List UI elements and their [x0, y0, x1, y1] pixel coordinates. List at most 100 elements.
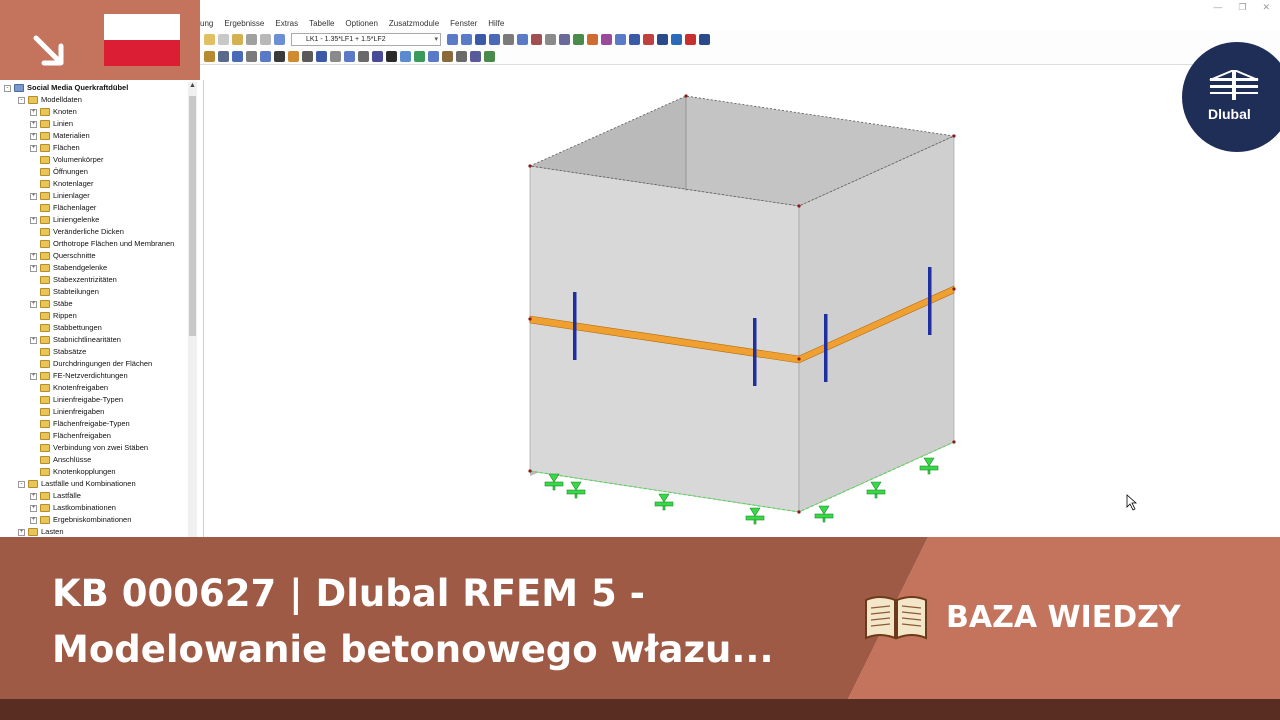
- expand-icon[interactable]: +: [30, 192, 37, 200]
- navigator-item[interactable]: Volumenkörper: [30, 154, 103, 166]
- model-viewport[interactable]: [204, 66, 1280, 540]
- collapse-icon[interactable]: -: [18, 96, 25, 104]
- menu-item-hilfe[interactable]: Hilfe: [488, 19, 504, 28]
- render-icon[interactable]: [489, 34, 500, 45]
- snap-icon[interactable]: [400, 50, 411, 62]
- navigator-item[interactable]: Stabsätze: [30, 346, 86, 358]
- menu-item-tabelle[interactable]: Tabelle: [309, 19, 334, 28]
- navigator-item[interactable]: Stabteilungen: [30, 286, 99, 298]
- expand-icon[interactable]: +: [30, 492, 37, 500]
- navigator-item[interactable]: + Lastfälle: [30, 490, 81, 502]
- navigator-scrollbar[interactable]: ▲: [188, 82, 197, 537]
- navigator-item[interactable]: + Querschnitte: [30, 250, 96, 262]
- collapse-icon[interactable]: -: [4, 84, 11, 92]
- navigator-item[interactable]: - Lastfälle und Kombinationen: [18, 478, 136, 490]
- layer-icon[interactable]: [428, 50, 439, 62]
- measure-icon[interactable]: [288, 50, 299, 62]
- close-icon[interactable]: ✕: [1262, 2, 1270, 13]
- minimize-icon[interactable]: —: [1213, 2, 1222, 13]
- expand-icon[interactable]: +: [30, 216, 37, 224]
- solid-icon[interactable]: [699, 34, 710, 45]
- expand-icon[interactable]: +: [30, 144, 37, 152]
- check-icon[interactable]: [484, 50, 495, 62]
- navigator-item[interactable]: Linienfreigaben: [30, 406, 104, 418]
- load-icon[interactable]: [587, 34, 598, 45]
- expand-icon[interactable]: +: [18, 528, 25, 536]
- filter-icon[interactable]: [414, 50, 425, 62]
- expand-icon[interactable]: +: [30, 372, 37, 380]
- menu-item-fenster[interactable]: Fenster: [450, 19, 477, 28]
- copy-icon[interactable]: [246, 50, 257, 62]
- menu-item[interactable]: ung: [200, 19, 213, 28]
- open-icon[interactable]: [204, 34, 215, 45]
- table-view-icon[interactable]: [470, 50, 481, 62]
- navigator-item[interactable]: Knotenlager: [30, 178, 93, 190]
- table-icon[interactable]: [246, 34, 257, 45]
- restore-icon[interactable]: ❐: [1238, 2, 1246, 13]
- display-icon[interactable]: [615, 34, 626, 45]
- connect-icon[interactable]: [316, 50, 327, 62]
- menu-item-ergebnisse[interactable]: Ergebnisse: [224, 19, 264, 28]
- navigator-item[interactable]: Stabbettungen: [30, 322, 102, 334]
- surface-icon[interactable]: [685, 34, 696, 45]
- wall-icon[interactable]: [442, 50, 453, 62]
- navigator-item[interactable]: + Ergebniskombinationen: [30, 514, 131, 526]
- navigator-item[interactable]: Stabexzentrizitäten: [30, 274, 117, 286]
- navigator-root[interactable]: - Social Media Querkraftdübel: [4, 82, 128, 94]
- clip-icon[interactable]: [456, 50, 467, 62]
- scroll-up-icon[interactable]: ▲: [188, 82, 197, 89]
- project-icon[interactable]: [358, 50, 369, 62]
- select-icon[interactable]: [218, 50, 229, 62]
- navigator-item[interactable]: Anschlüsse: [30, 454, 91, 466]
- save-icon[interactable]: [218, 34, 229, 45]
- scrollbar-thumb[interactable]: [189, 96, 196, 336]
- expand-icon[interactable]: +: [30, 120, 37, 128]
- divide-icon[interactable]: [302, 50, 313, 62]
- edit-icon[interactable]: [204, 50, 215, 62]
- menu-item-zusatzmodule[interactable]: Zusatzmodule: [389, 19, 439, 28]
- navigator-item[interactable]: Öffnungen: [30, 166, 88, 178]
- support-icon[interactable]: [573, 34, 584, 45]
- navigator-item[interactable]: + Stabendgelenke: [30, 262, 107, 274]
- load-combination-select[interactable]: LK1 - 1.35*LF1 + 1.5*LF2: [291, 33, 441, 46]
- expand-icon[interactable]: +: [30, 300, 37, 308]
- navigator-item[interactable]: Knotenfreigaben: [30, 382, 108, 394]
- navigator-item[interactable]: - Modelldaten: [18, 94, 82, 106]
- navigator-item[interactable]: Flächenfreigaben: [30, 430, 111, 442]
- menu-item-extras[interactable]: Extras: [275, 19, 298, 28]
- menu-item-optionen[interactable]: Optionen: [345, 19, 377, 28]
- expand-icon[interactable]: +: [30, 132, 37, 140]
- delete-icon[interactable]: [643, 34, 654, 45]
- next-icon[interactable]: [461, 34, 472, 45]
- navigator-item[interactable]: + Materialien: [30, 130, 90, 142]
- expand-icon[interactable]: +: [30, 336, 37, 344]
- navigator-item[interactable]: Linienfreigabe-Typen: [30, 394, 123, 406]
- navigator-item[interactable]: + Linien: [30, 118, 73, 130]
- results-icon[interactable]: [274, 34, 285, 45]
- navigator-item[interactable]: Rippen: [30, 310, 77, 322]
- navigator-item[interactable]: + Liniengelenke: [30, 214, 99, 226]
- rotate-icon[interactable]: [260, 50, 271, 62]
- section-icon[interactable]: [559, 34, 570, 45]
- expand-icon[interactable]: +: [30, 108, 37, 116]
- line-icon[interactable]: [671, 34, 682, 45]
- extrude-icon[interactable]: [344, 50, 355, 62]
- grid-toggle-icon[interactable]: [545, 34, 556, 45]
- expand-icon[interactable]: +: [30, 504, 37, 512]
- mirror-icon[interactable]: [274, 50, 285, 62]
- navigator-item[interactable]: + Stabnichtlinearitäten: [30, 334, 121, 346]
- navigator-item[interactable]: + Lastkombinationen: [30, 502, 116, 514]
- mesh-icon[interactable]: [372, 50, 383, 62]
- navigator-item[interactable]: Flächenfreigabe-Typen: [30, 418, 130, 430]
- node-icon[interactable]: [657, 34, 668, 45]
- prev-icon[interactable]: [447, 34, 458, 45]
- camera-icon[interactable]: [629, 34, 640, 45]
- navigator-item[interactable]: + Linienlager: [30, 190, 90, 202]
- align-icon[interactable]: [330, 50, 341, 62]
- navigator-item[interactable]: Knotenkopplungen: [30, 466, 116, 478]
- navigator-item[interactable]: Verbindung von zwei Stäben: [30, 442, 148, 454]
- navigator-item[interactable]: Orthotrope Flächen und Membranen: [30, 238, 174, 250]
- navigator-item[interactable]: Durchdringungen der Flächen: [30, 358, 152, 370]
- view-icon[interactable]: [475, 34, 486, 45]
- expand-icon[interactable]: +: [30, 252, 37, 260]
